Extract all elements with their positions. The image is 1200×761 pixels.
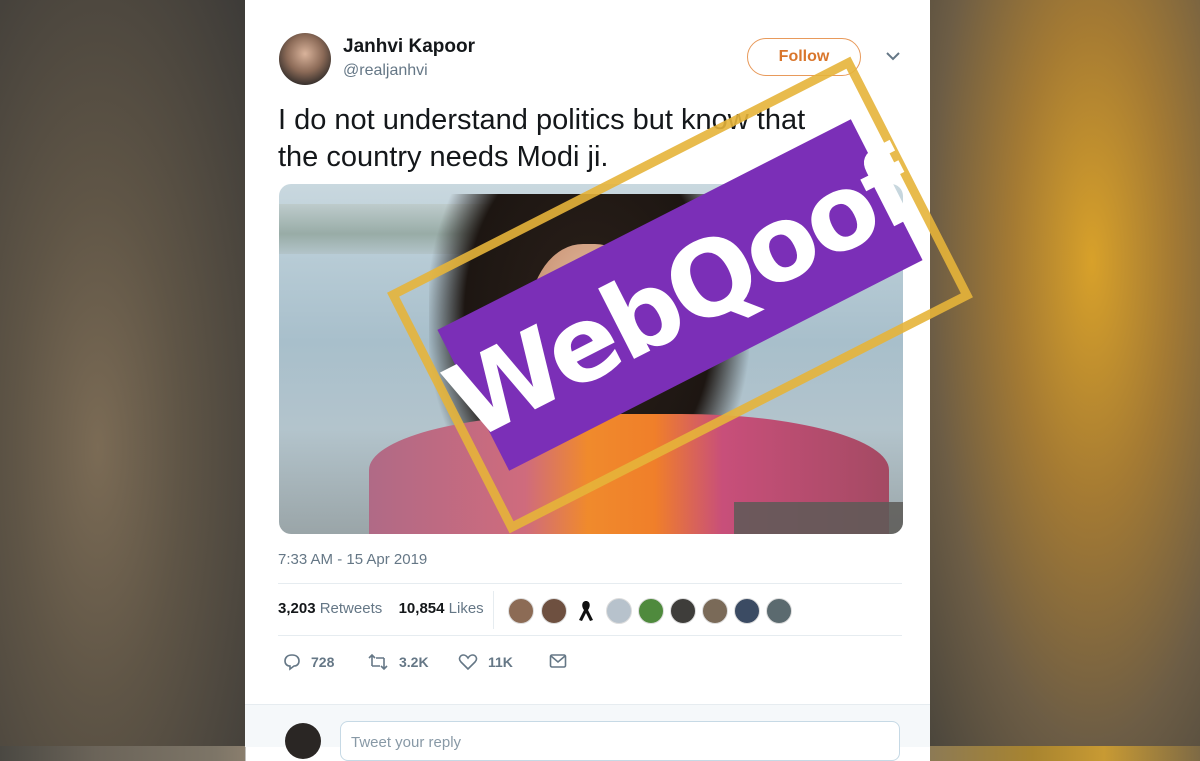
author-avatar[interactable]	[279, 33, 331, 85]
liker-avatar[interactable]	[670, 598, 696, 624]
message-icon	[549, 654, 567, 668]
liker-avatar[interactable]	[702, 598, 728, 624]
media-bench	[734, 502, 903, 534]
author-name[interactable]: Janhvi Kapoor	[343, 36, 475, 58]
author-handle[interactable]: @realjanhvi	[343, 62, 428, 80]
liker-avatar[interactable]	[638, 598, 664, 624]
liker-avatar[interactable]	[766, 598, 792, 624]
tweet-stats: 3,203 Retweets 10,854 Likes	[278, 600, 484, 617]
like-action[interactable]: 11K	[458, 653, 513, 671]
background-right-blur	[930, 0, 1200, 746]
black-ribbon-icon[interactable]	[573, 598, 599, 624]
liker-avatar[interactable]	[606, 598, 632, 624]
liker-avatar[interactable]	[508, 598, 534, 624]
chevron-down-icon[interactable]	[885, 50, 901, 62]
divider	[278, 583, 902, 584]
like-count: 11K	[488, 654, 513, 670]
divider	[278, 635, 902, 636]
reply-count: 728	[311, 654, 335, 670]
reply-input[interactable]: Tweet your reply	[340, 721, 900, 761]
likes-count[interactable]: 10,854	[399, 600, 445, 617]
retweet-icon	[368, 653, 388, 671]
liker-avatar[interactable]	[734, 598, 760, 624]
retweet-count: 3.2K	[399, 654, 429, 670]
reply-action[interactable]: 728	[283, 653, 334, 671]
liker-avatar[interactable]	[541, 598, 567, 624]
retweet-action[interactable]: 3.2K	[367, 653, 429, 671]
retweets-label[interactable]: Retweets	[320, 600, 383, 617]
message-action[interactable]	[549, 653, 567, 669]
like-icon	[458, 654, 478, 671]
user-avatar	[285, 723, 321, 759]
likes-label[interactable]: Likes	[449, 600, 484, 617]
background-left-blur	[0, 0, 245, 746]
tweet-timestamp[interactable]: 7:33 AM - 15 Apr 2019	[278, 551, 427, 568]
stats-divider	[493, 591, 494, 629]
reply-footer: Tweet your reply	[245, 704, 930, 761]
reply-icon	[284, 654, 300, 671]
retweets-count[interactable]: 3,203	[278, 600, 316, 617]
